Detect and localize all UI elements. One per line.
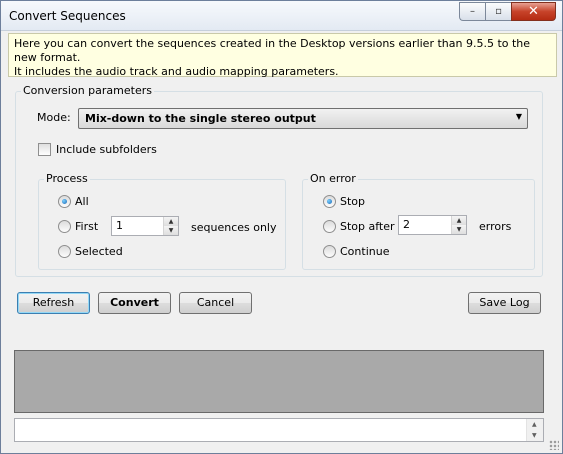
error-stop-label[interactable]: Stop: [340, 195, 365, 208]
stepper-up-icon[interactable]: ▲: [451, 216, 466, 225]
stepper-down-icon[interactable]: ▼: [163, 226, 178, 235]
first-count-stepper[interactable]: 1 ▲ ▼: [111, 216, 179, 236]
process-first-label[interactable]: First: [75, 220, 98, 233]
mode-label: Mode:: [37, 111, 71, 124]
include-subfolders-label[interactable]: Include subfolders: [56, 143, 157, 156]
stepper-down-icon[interactable]: ▼: [451, 225, 466, 234]
save-log-button[interactable]: Save Log: [468, 292, 541, 314]
error-continue-radio[interactable]: [323, 245, 336, 258]
include-subfolders-checkbox[interactable]: [38, 143, 51, 156]
process-legend: Process: [44, 172, 90, 185]
process-selected-radio[interactable]: [58, 245, 71, 258]
info-line-1: Here you can convert the sequences creat…: [14, 37, 531, 64]
sequences-only-label: sequences only: [191, 221, 277, 234]
minimize-icon: –: [470, 6, 475, 17]
first-count-value: 1: [116, 219, 123, 232]
mode-selected-value: Mix-down to the single stereo output: [85, 112, 316, 125]
minimize-button[interactable]: –: [459, 2, 485, 21]
window-controls: – ▫ ✕: [459, 2, 556, 21]
chevron-down-icon: ▼: [515, 112, 522, 121]
conversion-parameters-legend: Conversion parameters: [21, 84, 154, 97]
on-error-legend: On error: [308, 172, 358, 185]
progress-panel: [14, 350, 544, 413]
error-stop-after-label[interactable]: Stop after: [340, 220, 395, 233]
resize-grip-icon[interactable]: [549, 440, 559, 450]
process-all-radio[interactable]: [58, 195, 71, 208]
process-all-label[interactable]: All: [75, 195, 89, 208]
error-stop-after-radio[interactable]: [323, 220, 336, 233]
title-bar[interactable]: Convert Sequences – ▫ ✕: [1, 1, 562, 31]
maximize-button[interactable]: ▫: [485, 2, 511, 21]
error-continue-label[interactable]: Continue: [340, 245, 389, 258]
refresh-button[interactable]: Refresh: [17, 292, 90, 314]
error-stop-radio[interactable]: [323, 195, 336, 208]
stop-after-stepper[interactable]: 2 ▲ ▼: [398, 215, 467, 235]
stepper-up-icon[interactable]: ▲: [163, 217, 178, 226]
convert-button[interactable]: Convert: [98, 292, 171, 314]
scroll-up-icon[interactable]: ▲: [532, 421, 537, 428]
close-button[interactable]: ✕: [511, 2, 556, 21]
process-first-radio[interactable]: [58, 220, 71, 233]
convert-sequences-dialog: Convert Sequences – ▫ ✕ Here you can con…: [0, 0, 563, 454]
window-title: Convert Sequences: [9, 9, 126, 23]
log-scrollbar[interactable]: ▲ ▼: [526, 419, 543, 441]
close-icon: ✕: [528, 4, 539, 19]
info-line-2: It includes the audio track and audio ma…: [14, 65, 339, 78]
mode-select[interactable]: Mix-down to the single stereo output ▼: [78, 108, 528, 129]
errors-label: errors: [479, 220, 512, 233]
process-selected-label[interactable]: Selected: [75, 245, 123, 258]
stop-after-value: 2: [403, 218, 410, 231]
scroll-down-icon[interactable]: ▼: [532, 432, 537, 439]
cancel-button[interactable]: Cancel: [179, 292, 252, 314]
maximize-icon: ▫: [495, 6, 502, 17]
log-textbox[interactable]: ▲ ▼: [14, 418, 544, 442]
info-banner: Here you can convert the sequences creat…: [8, 33, 557, 78]
